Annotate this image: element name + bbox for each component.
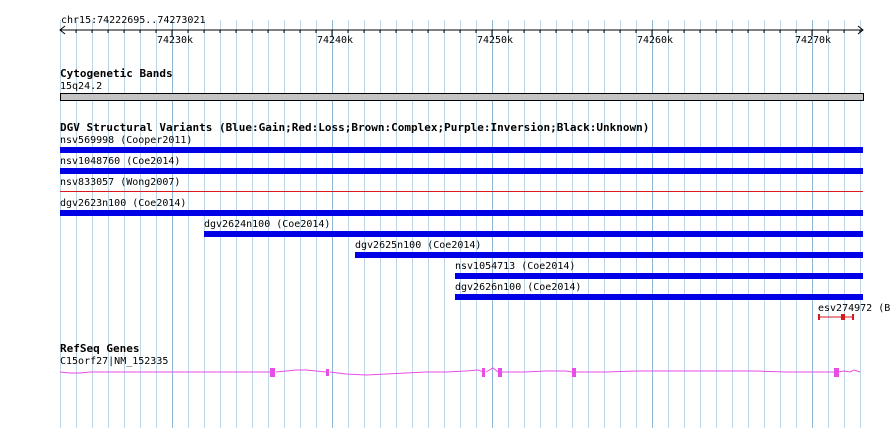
cytoband-bar[interactable] bbox=[60, 93, 864, 101]
genome-browser-panel: chr15:74222695..74273021 74230k 74240k 7… bbox=[0, 0, 890, 428]
feature-glyph-esv274972[interactable] bbox=[814, 312, 858, 322]
track-title-refseq-genes: RefSeq Genes bbox=[60, 342, 140, 355]
feature-bar-dgv2626n100[interactable] bbox=[455, 294, 863, 300]
feature-label-dgv2623n100: dgv2623n100 (Coe2014) bbox=[60, 198, 187, 209]
tick-label: 74240k bbox=[316, 35, 354, 46]
feature-label-nsv1048760: nsv1048760 (Coe2014) bbox=[60, 156, 181, 167]
track-title-cytogenetic-bands: Cytogenetic Bands bbox=[60, 67, 173, 80]
tick-label: 74250k bbox=[476, 35, 514, 46]
feature-label-dgv2625n100: dgv2625n100 (Coe2014) bbox=[355, 240, 482, 251]
feature-bar-dgv2625n100[interactable] bbox=[355, 252, 863, 258]
feature-label-nsv569998: nsv569998 (Cooper2011) bbox=[60, 135, 193, 146]
ruler-axis bbox=[59, 25, 864, 36]
feature-bar-nsv1048760[interactable] bbox=[60, 168, 863, 174]
tick-label: 74230k bbox=[156, 35, 194, 46]
gene-model-c15orf27[interactable] bbox=[56, 362, 866, 382]
feature-label-nsv1054713: nsv1054713 (Coe2014) bbox=[455, 261, 576, 272]
feature-bar-dgv2624n100[interactable] bbox=[204, 231, 863, 237]
feature-label-dgv2626n100: dgv2626n100 (Coe2014) bbox=[455, 282, 582, 293]
feature-line-nsv833057[interactable] bbox=[60, 191, 863, 192]
tick-label: 74260k bbox=[636, 35, 674, 46]
cytoband-label: 15q24.2 bbox=[60, 81, 103, 92]
feature-label-dgv2624n100: dgv2624n100 (Coe2014) bbox=[204, 219, 331, 230]
tick-label: 74270k bbox=[794, 35, 832, 46]
feature-bar-nsv1054713[interactable] bbox=[455, 273, 863, 279]
feature-label-nsv833057: nsv833057 (Wong2007) bbox=[60, 177, 181, 188]
feature-bar-nsv569998[interactable] bbox=[60, 147, 863, 153]
track-title-dgv-structural-variants: DGV Structural Variants (Blue:Gain;Red:L… bbox=[60, 121, 650, 134]
feature-bar-dgv2623n100[interactable] bbox=[60, 210, 863, 216]
